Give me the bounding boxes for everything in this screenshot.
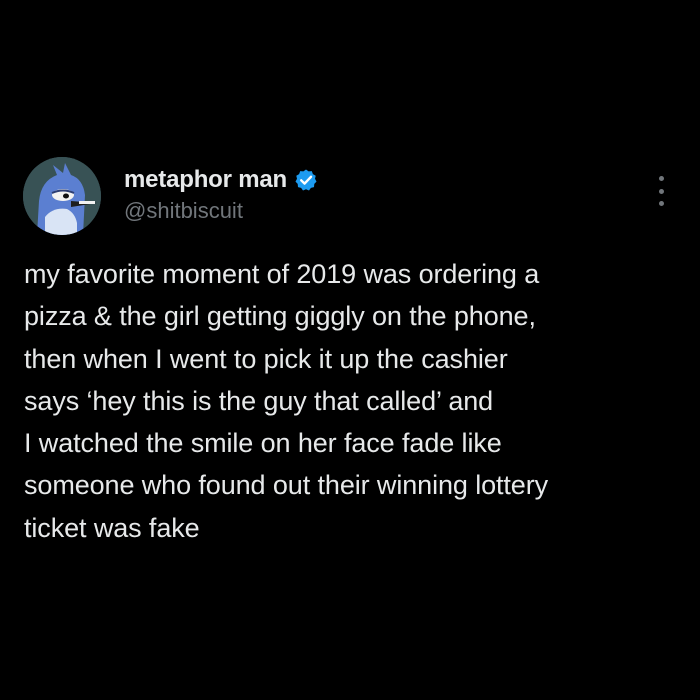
tweet-text: my favorite moment of 2019 was ordering …: [24, 253, 694, 549]
verified-check-icon: [294, 168, 318, 192]
tweet-card: metaphor man @shitbiscuit my favorite mo…: [0, 0, 700, 700]
dot: [658, 201, 664, 206]
tweet-text-line: ticket was fake: [24, 512, 200, 543]
tweet-text-line: I watched the smile on her face fade lik…: [24, 428, 502, 459]
more-options-icon[interactable]: [651, 176, 671, 206]
tweet-text-line: my favorite moment of 2019 was ordering …: [24, 259, 540, 289]
avatar[interactable]: [23, 157, 101, 235]
tweet-text-line: then when I went to pick it up the cashi…: [24, 343, 508, 374]
author-name-row: metaphor man: [124, 164, 318, 196]
author-handle[interactable]: @shitbiscuit: [124, 198, 243, 224]
tweet-text-line: says ‘hey this is the guy that called’ a…: [24, 385, 494, 416]
dot: [658, 176, 664, 181]
avatar-image: [23, 157, 101, 235]
tweet-text-line: someone who found out their winning lott…: [24, 470, 549, 501]
author-display-name[interactable]: metaphor man: [124, 166, 287, 194]
tweet-text-line: pizza & the girl getting giggly on the p…: [24, 301, 536, 332]
dot: [658, 188, 664, 194]
